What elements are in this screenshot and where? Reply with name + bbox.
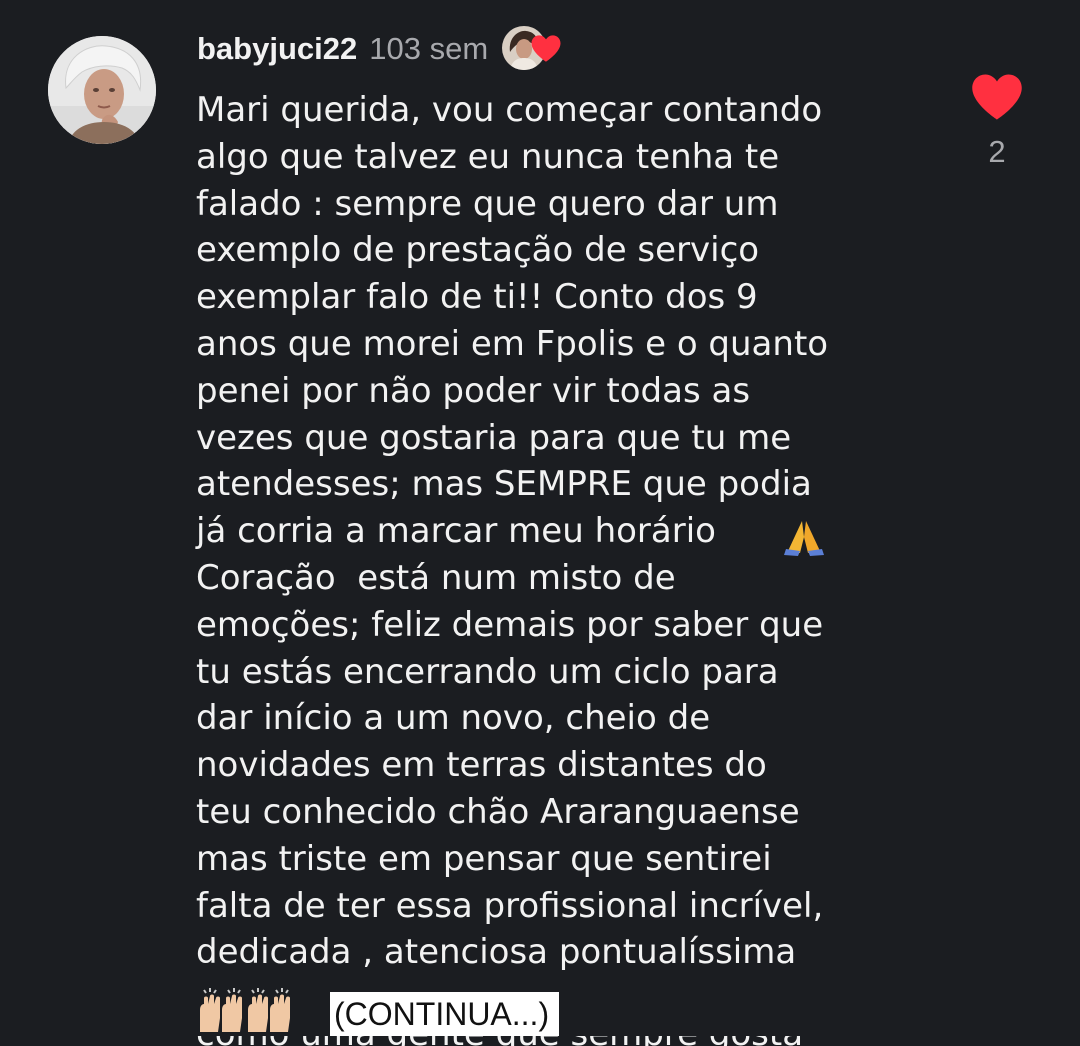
heart-icon (972, 74, 1022, 120)
profile-photo (48, 36, 156, 144)
heart-icon (530, 34, 562, 67)
continua-label: (CONTINUA...) (330, 992, 560, 1036)
avatar[interactable] (48, 36, 156, 144)
raising-hands-emoji (196, 988, 294, 1038)
comment-text: Mari querida, vou começar contando algo … (196, 90, 829, 973)
username[interactable]: babyjuci22 (197, 31, 357, 67)
like-count[interactable]: 2 (970, 134, 1024, 170)
cutoff-text-line: como uma gente que sempre gosta (196, 1036, 816, 1046)
creator-liked-indicator (502, 26, 564, 72)
comment: babyjuci22 103 sem Mari querida, vou com… (0, 0, 1080, 1046)
timestamp: 103 sem (369, 31, 489, 66)
folded-hands-emoji (780, 517, 828, 561)
like-button[interactable] (970, 72, 1024, 122)
comment-header: babyjuci22 103 sem (197, 26, 564, 72)
